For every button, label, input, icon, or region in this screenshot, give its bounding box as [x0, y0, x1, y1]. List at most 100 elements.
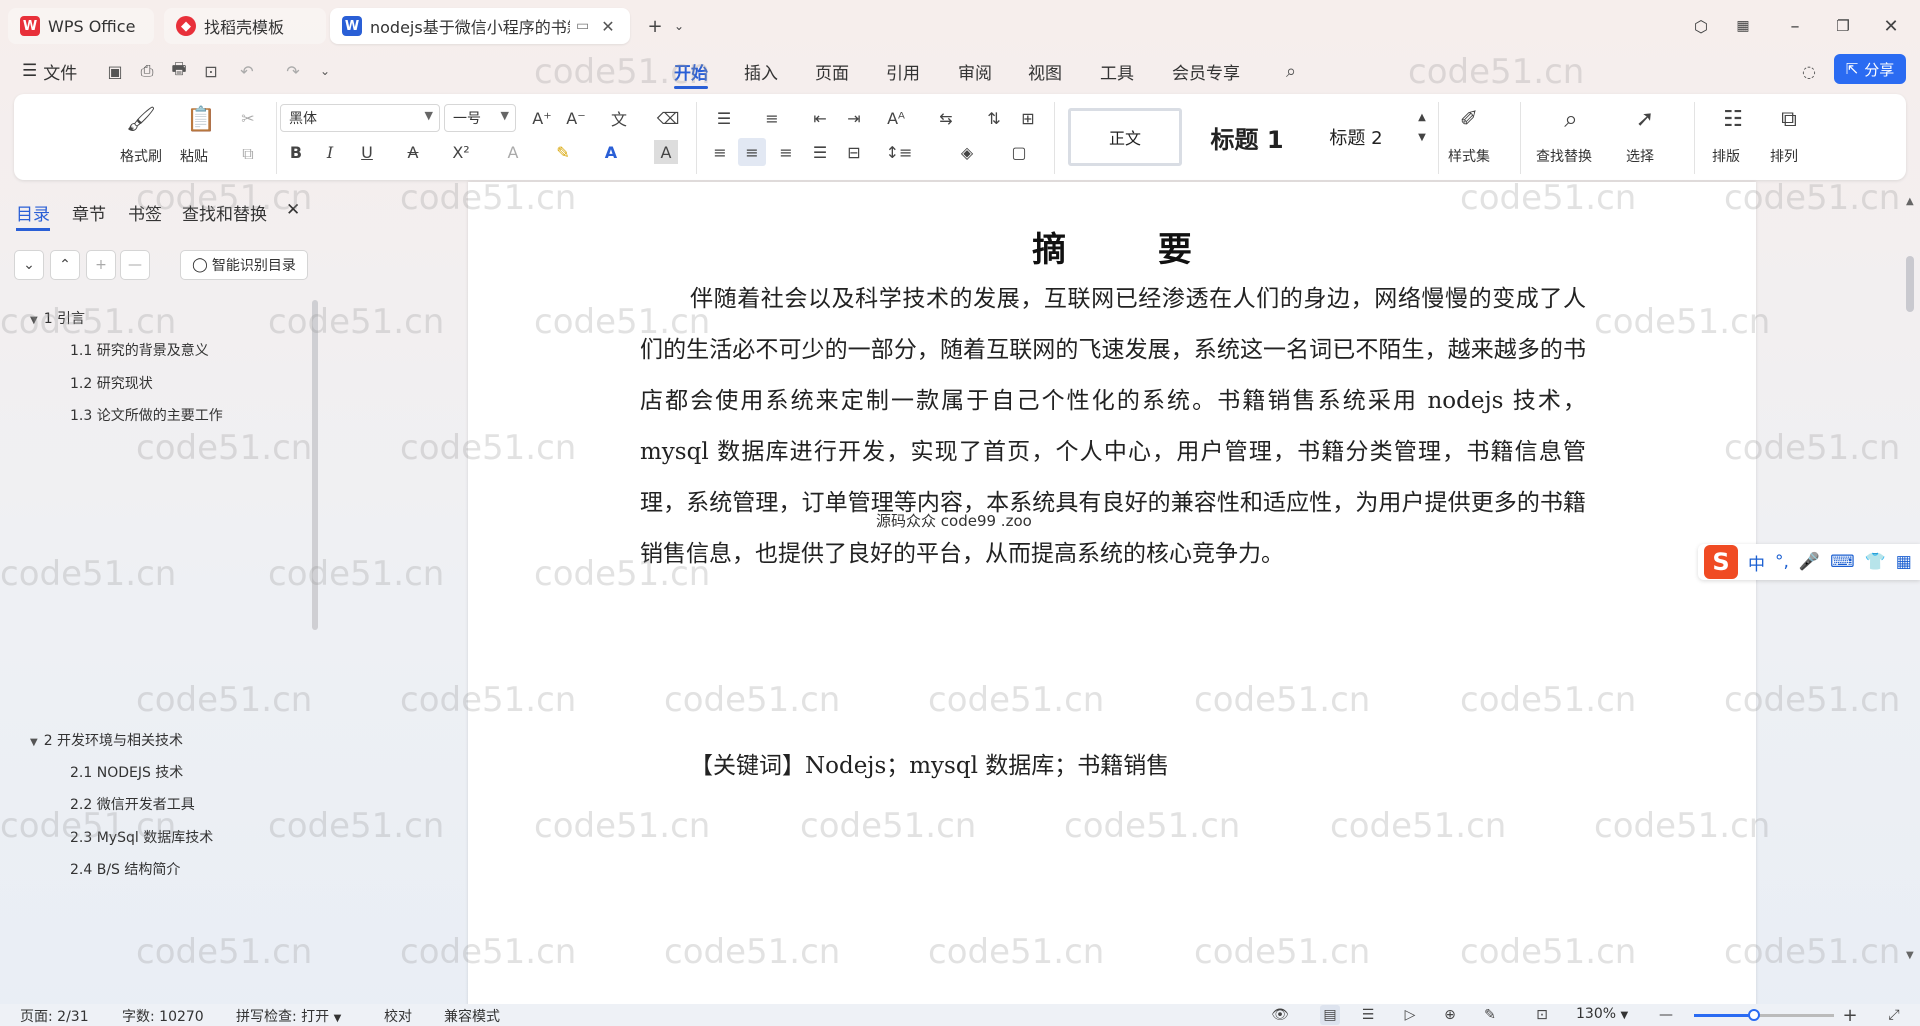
toc-item[interactable]: 2.4 B/S 结构简介 [70, 859, 180, 879]
menu-view[interactable]: 视图 [1028, 57, 1062, 85]
scroll-up-icon[interactable]: ▲ [1906, 196, 1916, 210]
remove-heading-button[interactable]: — [120, 250, 150, 280]
zoom-in-icon[interactable]: + [1840, 1005, 1860, 1026]
shading-icon[interactable]: ◈ [950, 140, 984, 164]
tab-sections[interactable]: 章节 [72, 200, 106, 225]
fit-page-icon[interactable]: ⊡ [1532, 1005, 1552, 1025]
paste-icon[interactable]: 📋 [186, 104, 216, 134]
share-button[interactable]: ⇱ 分享 [1834, 54, 1906, 84]
sort-icon[interactable]: ⇅ [982, 106, 1006, 130]
skin-icon[interactable]: 👕 [1865, 552, 1886, 572]
bullet-list-icon[interactable]: ☰ [708, 106, 740, 130]
tab-list-chevron-icon[interactable]: ⌄ [664, 12, 694, 40]
outline-view-icon[interactable]: ☰ [1358, 1005, 1378, 1025]
border-icon[interactable]: ▢ [1002, 140, 1036, 164]
superscript-icon[interactable]: X² [444, 140, 478, 164]
menu-home[interactable]: 开始 [674, 57, 708, 89]
style-set-icon[interactable]: ✐ [1454, 104, 1484, 134]
toc-item[interactable]: 1.3 论文所做的主要工作 [70, 405, 223, 425]
page-indicator[interactable]: 页面: 2/31 [20, 1006, 89, 1026]
show-marks-icon[interactable]: ⊞ [1016, 106, 1040, 130]
style-heading-2[interactable]: 标题 2 [1314, 108, 1398, 166]
zoom-level[interactable]: 130% ▼ [1576, 1006, 1628, 1022]
format-painter-icon[interactable]: 🖌 [126, 104, 156, 134]
find-replace-icon[interactable]: ⌕ [1556, 104, 1586, 134]
document-page[interactable]: 摘 要 伴随着社会以及科学技术的发展，互联网已经渗透在人们的身边，网络慢慢的变成… [468, 182, 1756, 1006]
cube-icon[interactable]: ⬡ [1686, 12, 1716, 40]
pen-icon[interactable]: ✎ [1480, 1005, 1500, 1025]
change-case-icon[interactable]: Aᴬ [880, 106, 912, 130]
web-view-icon[interactable]: ⊕ [1440, 1005, 1460, 1025]
zoom-out-icon[interactable]: — [1656, 1005, 1676, 1025]
minimize-icon[interactable]: – [1780, 12, 1810, 40]
abstract-paragraph[interactable]: 伴随着社会以及科学技术的发展，互联网已经渗透在人们的身边，网络慢慢的变成了人们的… [640, 274, 1586, 580]
ime-language[interactable]: 中 [1748, 550, 1765, 575]
cut-icon[interactable]: ✂ [236, 106, 260, 130]
tab-wps-office[interactable]: W WPS Office [8, 8, 154, 44]
select-label[interactable]: 选择 [1626, 146, 1654, 166]
font-color-icon[interactable]: A [596, 140, 626, 164]
page-view-icon[interactable]: ▤ [1320, 1005, 1340, 1025]
menu-page[interactable]: 页面 [815, 57, 849, 85]
export-pdf-icon[interactable]: ⎙ [134, 58, 160, 84]
toc-item[interactable]: 1.1 研究的背景及意义 [70, 340, 209, 360]
collapse-all-button[interactable]: ⌄ [14, 250, 44, 280]
style-set-label[interactable]: 样式集 [1448, 146, 1490, 166]
ai-toc-button[interactable]: ◯ 智能识别目录 [180, 250, 308, 280]
chat-icon[interactable]: ◌ [1796, 58, 1822, 84]
print-preview-icon[interactable]: ⊡ [198, 58, 224, 84]
underline-icon[interactable]: U [352, 140, 382, 164]
tab-toc[interactable]: 目录 [16, 200, 50, 231]
select-cursor-icon[interactable]: ➚ [1630, 104, 1660, 134]
font-size-select[interactable]: 一号 ▼ [444, 104, 516, 132]
file-menu[interactable]: ☰ 文件 [22, 57, 77, 85]
text-effect-icon[interactable]: A [500, 140, 526, 164]
tab-find-replace[interactable]: 查找和替换 [182, 200, 267, 225]
char-shading-icon[interactable]: A [654, 140, 678, 164]
microphone-icon[interactable]: 🎤 [1799, 552, 1820, 572]
tab-template[interactable]: ◆ 找稻壳模板 [164, 8, 326, 44]
align-left-icon[interactable]: ≡ [708, 140, 732, 164]
close-tab-icon[interactable]: ✕ [601, 17, 614, 36]
italic-icon[interactable]: I [318, 140, 342, 164]
close-window-icon[interactable]: ✕ [1876, 12, 1906, 40]
toc-item[interactable]: 1.2 研究现状 [70, 373, 153, 393]
grow-font-icon[interactable]: A⁺ [530, 106, 554, 130]
menu-member[interactable]: 会员专享 [1172, 57, 1240, 85]
avatar[interactable]: ▦ [1728, 12, 1758, 40]
menu-references[interactable]: 引用 [886, 57, 920, 85]
close-pane-icon[interactable]: ✕ [286, 200, 300, 220]
toc-item[interactable]: 2.1 NODEJS 技术 [70, 762, 183, 782]
toolbox-icon[interactable]: ▦ [1896, 552, 1912, 572]
bold-icon[interactable]: B [284, 140, 308, 164]
line-spacing-icon[interactable]: ↕≡ [882, 140, 916, 164]
screen-icon[interactable]: ▭ [576, 18, 589, 34]
document-scrollbar[interactable] [1906, 256, 1914, 312]
shrink-font-icon[interactable]: A⁻ [564, 106, 588, 130]
increase-indent-icon[interactable]: ⇥ [842, 106, 866, 130]
undo-icon[interactable]: ↶ [234, 58, 260, 84]
customize-chevron-icon[interactable]: ⌄ [312, 58, 338, 84]
clear-format-icon[interactable]: ⌫ [656, 106, 680, 130]
style-scroll-up-icon[interactable]: ▲ [1414, 108, 1430, 126]
toc-item[interactable]: ▼ 1 引言 [30, 308, 85, 328]
proofread-button[interactable]: 校对 [384, 1006, 412, 1026]
redo-icon[interactable]: ↷ [280, 58, 306, 84]
style-scroll-down-icon[interactable]: ▼ [1414, 128, 1430, 146]
toc-item[interactable]: 2.2 微信开发者工具 [70, 794, 195, 814]
tab-bookmarks[interactable]: 书签 [128, 200, 162, 225]
style-normal[interactable]: 正文 [1068, 108, 1182, 166]
play-icon[interactable]: ▷ [1400, 1005, 1420, 1025]
zoom-slider[interactable] [1694, 1009, 1834, 1021]
copy-icon[interactable]: ⧉ [236, 142, 260, 166]
strikethrough-icon[interactable]: A [398, 140, 428, 164]
expand-button[interactable]: ⌃ [50, 250, 80, 280]
phonetic-icon[interactable]: 文 [604, 106, 634, 130]
arrange-icon[interactable]: ⧉ [1774, 104, 1804, 134]
word-count[interactable]: 字数: 10270 [122, 1006, 204, 1026]
style-heading-1[interactable]: 标题 1 [1192, 108, 1302, 166]
format-painter-label[interactable]: 格式刷 [120, 146, 162, 166]
pane-scrollbar[interactable] [312, 300, 318, 630]
arrange-label[interactable]: 排列 [1770, 146, 1798, 166]
decrease-indent-icon[interactable]: ⇤ [808, 106, 832, 130]
